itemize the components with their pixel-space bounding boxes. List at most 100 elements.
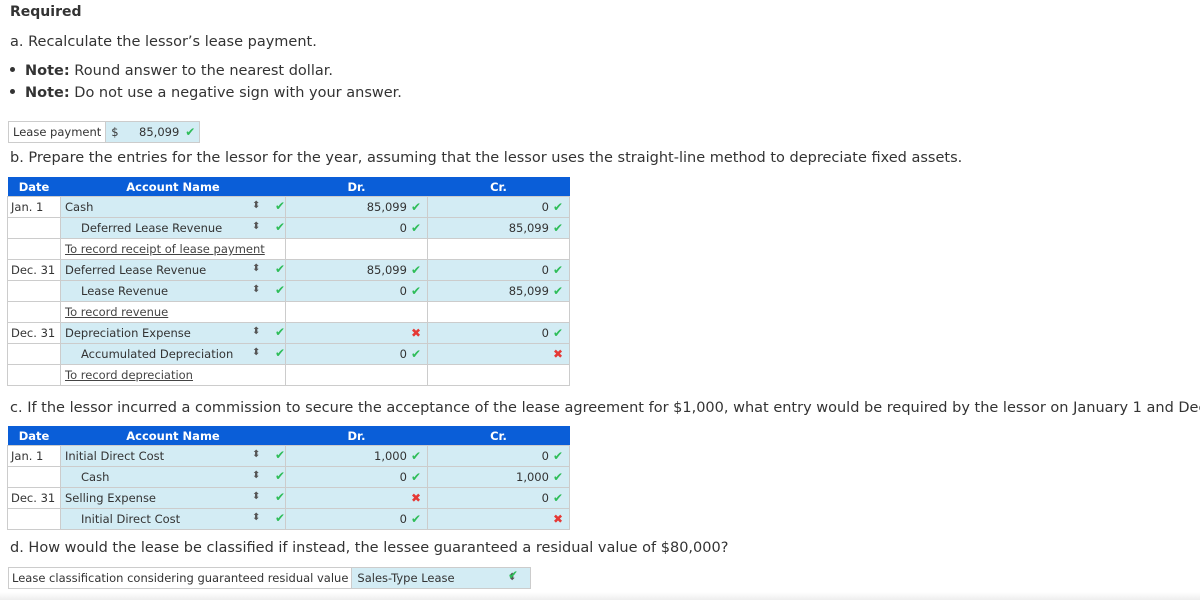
- part-d-question: d. How would the lease be classified if …: [10, 540, 729, 556]
- select-arrows-icon: ⬍: [252, 284, 261, 295]
- cr-input[interactable]: 0 ✔: [427, 445, 570, 467]
- memo-cell: To record revenue: [60, 301, 286, 323]
- entry-row: Lease Revenue ⬍ ✔ 0 ✔ 85,099 ✔: [7, 280, 570, 302]
- account-name: Deferred Lease Revenue: [65, 263, 207, 277]
- cr-input[interactable]: 0 ✔: [427, 196, 570, 218]
- check-icon: ✔: [552, 284, 563, 298]
- dr-input[interactable]: 0 ✔: [285, 466, 428, 488]
- dr-input[interactable]: 0 ✔: [285, 343, 428, 365]
- memo-row: To record depreciation: [7, 364, 570, 386]
- dr-value: 0: [399, 470, 407, 484]
- dr-input[interactable]: 85,099 ✔: [285, 259, 428, 281]
- cr-cell: [427, 238, 570, 260]
- memo-text: To record receipt of lease payment: [65, 242, 265, 256]
- entry-row: Jan. 1 Cash ⬍ ✔ 85,099 ✔ 0 ✔: [7, 196, 570, 218]
- account-select[interactable]: Deferred Lease Revenue ⬍ ✔: [60, 217, 286, 239]
- lease-classification-select[interactable]: Sales-Type Lease ⬍: [352, 568, 531, 588]
- select-arrows-icon: ⬍: [252, 512, 261, 523]
- col-cr: Cr.: [427, 426, 570, 446]
- date-cell: [7, 301, 61, 323]
- part-b-question: b. Prepare the entries for the lessor fo…: [10, 150, 963, 166]
- cr-value: 0: [541, 200, 549, 214]
- dr-input[interactable]: 1,000 ✔: [285, 445, 428, 467]
- dr-input[interactable]: 85,099 ✔: [285, 196, 428, 218]
- cr-input[interactable]: 0 ✔: [427, 259, 570, 281]
- cr-input[interactable]: 0 ✔: [427, 322, 570, 344]
- cr-input[interactable]: 85,099 ✔: [427, 280, 570, 302]
- account-name: Deferred Lease Revenue: [81, 221, 223, 235]
- cr-input[interactable]: 0 ✔: [427, 487, 570, 509]
- cross-icon: ✖: [552, 347, 563, 361]
- account-name: Lease Revenue: [81, 284, 169, 298]
- part-a-question: a. Recalculate the lessor’s lease paymen…: [10, 34, 317, 50]
- note-1: Note: Round answer to the nearest dollar…: [10, 63, 333, 79]
- entry-row: Dec. 31 Deferred Lease Revenue ⬍ ✔ 85,099 ✔ 0 ✔: [7, 259, 570, 281]
- cr-input[interactable]: 1,000 ✔: [427, 466, 570, 488]
- dr-input[interactable]: ✖: [285, 322, 428, 344]
- account-select[interactable]: Cash ⬍ ✔: [60, 466, 286, 488]
- cr-cell: [427, 301, 570, 323]
- date-cell: [7, 508, 61, 530]
- dr-value: 0: [399, 284, 407, 298]
- account-select[interactable]: Initial Direct Cost ⬍ ✔: [60, 445, 286, 467]
- lease-payment-input[interactable]: $ 85,099 ✔: [106, 122, 200, 142]
- col-account: Account Name: [60, 426, 286, 446]
- account-select[interactable]: Depreciation Expense ⬍ ✔: [60, 322, 286, 344]
- lease-classification-label: Lease classification considering guarant…: [9, 568, 353, 588]
- date-cell: [7, 466, 61, 488]
- date-cell: Dec. 31: [7, 487, 61, 509]
- entry-row: Deferred Lease Revenue ⬍ ✔ 0 ✔ 85,099 ✔: [7, 217, 570, 239]
- check-icon: ✔: [275, 490, 286, 504]
- select-arrows-icon: ⬍: [252, 326, 261, 337]
- account-name: Initial Direct Cost: [65, 449, 165, 463]
- cr-input[interactable]: ✖: [427, 343, 570, 365]
- note-2-text: Do not use a negative sign with your ans…: [69, 85, 402, 101]
- check-icon: ✔: [410, 221, 421, 235]
- account-select[interactable]: Cash ⬍ ✔: [60, 196, 286, 218]
- cr-input[interactable]: ✖: [427, 508, 570, 530]
- required-heading: Required: [10, 4, 82, 20]
- lease-classification-field: Lease classification considering guarant…: [8, 567, 532, 589]
- cr-value: 0: [541, 491, 549, 505]
- check-icon: ✔: [552, 470, 563, 484]
- dr-value: 0: [399, 512, 407, 526]
- account-select[interactable]: Deferred Lease Revenue ⬍ ✔: [60, 259, 286, 281]
- date-cell: Dec. 31: [7, 259, 61, 281]
- account-name: Depreciation Expense: [65, 326, 191, 340]
- account-select[interactable]: Accumulated Depreciation ⬍ ✔: [60, 343, 286, 365]
- check-icon: ✔: [552, 221, 563, 235]
- col-date: Date: [7, 177, 61, 197]
- memo-cell: To record depreciation: [60, 364, 286, 386]
- dr-value: 0: [399, 347, 407, 361]
- date-cell: [7, 217, 61, 239]
- note-2: Note: Do not use a negative sign with yo…: [10, 85, 402, 101]
- check-icon: ✔: [410, 347, 421, 361]
- bottom-shadow: [0, 592, 1200, 600]
- memo-text: To record depreciation: [65, 368, 193, 382]
- memo-row: To record receipt of lease payment: [7, 238, 570, 260]
- check-icon: ✔: [410, 449, 421, 463]
- account-select[interactable]: Initial Direct Cost ⬍ ✔: [60, 508, 286, 530]
- account-select[interactable]: Lease Revenue ⬍ ✔: [60, 280, 286, 302]
- select-arrows-icon: ⬍: [252, 491, 261, 502]
- journal-table-c: Date Account Name Dr. Cr. Jan. 1 Initial …: [7, 426, 570, 530]
- entry-row: Jan. 1 Initial Direct Cost ⬍ ✔ 1,000 ✔ 0 ✔: [7, 445, 570, 467]
- date-cell: [7, 280, 61, 302]
- date-cell: [7, 238, 61, 260]
- check-icon: ✔: [275, 220, 286, 234]
- dr-input[interactable]: 0 ✔: [285, 280, 428, 302]
- dr-input[interactable]: ✖: [285, 487, 428, 509]
- check-icon: ✔: [508, 568, 519, 582]
- check-icon: ✔: [275, 199, 286, 213]
- dr-input[interactable]: 0 ✔: [285, 508, 428, 530]
- dr-input[interactable]: 0 ✔: [285, 217, 428, 239]
- dr-cell: [285, 238, 428, 260]
- account-name: Cash: [65, 200, 94, 214]
- cr-input[interactable]: 85,099 ✔: [427, 217, 570, 239]
- account-select[interactable]: Selling Expense ⬍ ✔: [60, 487, 286, 509]
- account-name: Initial Direct Cost: [81, 512, 181, 526]
- check-icon: ✔: [552, 200, 563, 214]
- lease-payment-label: Lease payment: [9, 122, 107, 142]
- col-account: Account Name: [60, 177, 286, 197]
- cr-value: 85,099: [508, 284, 549, 298]
